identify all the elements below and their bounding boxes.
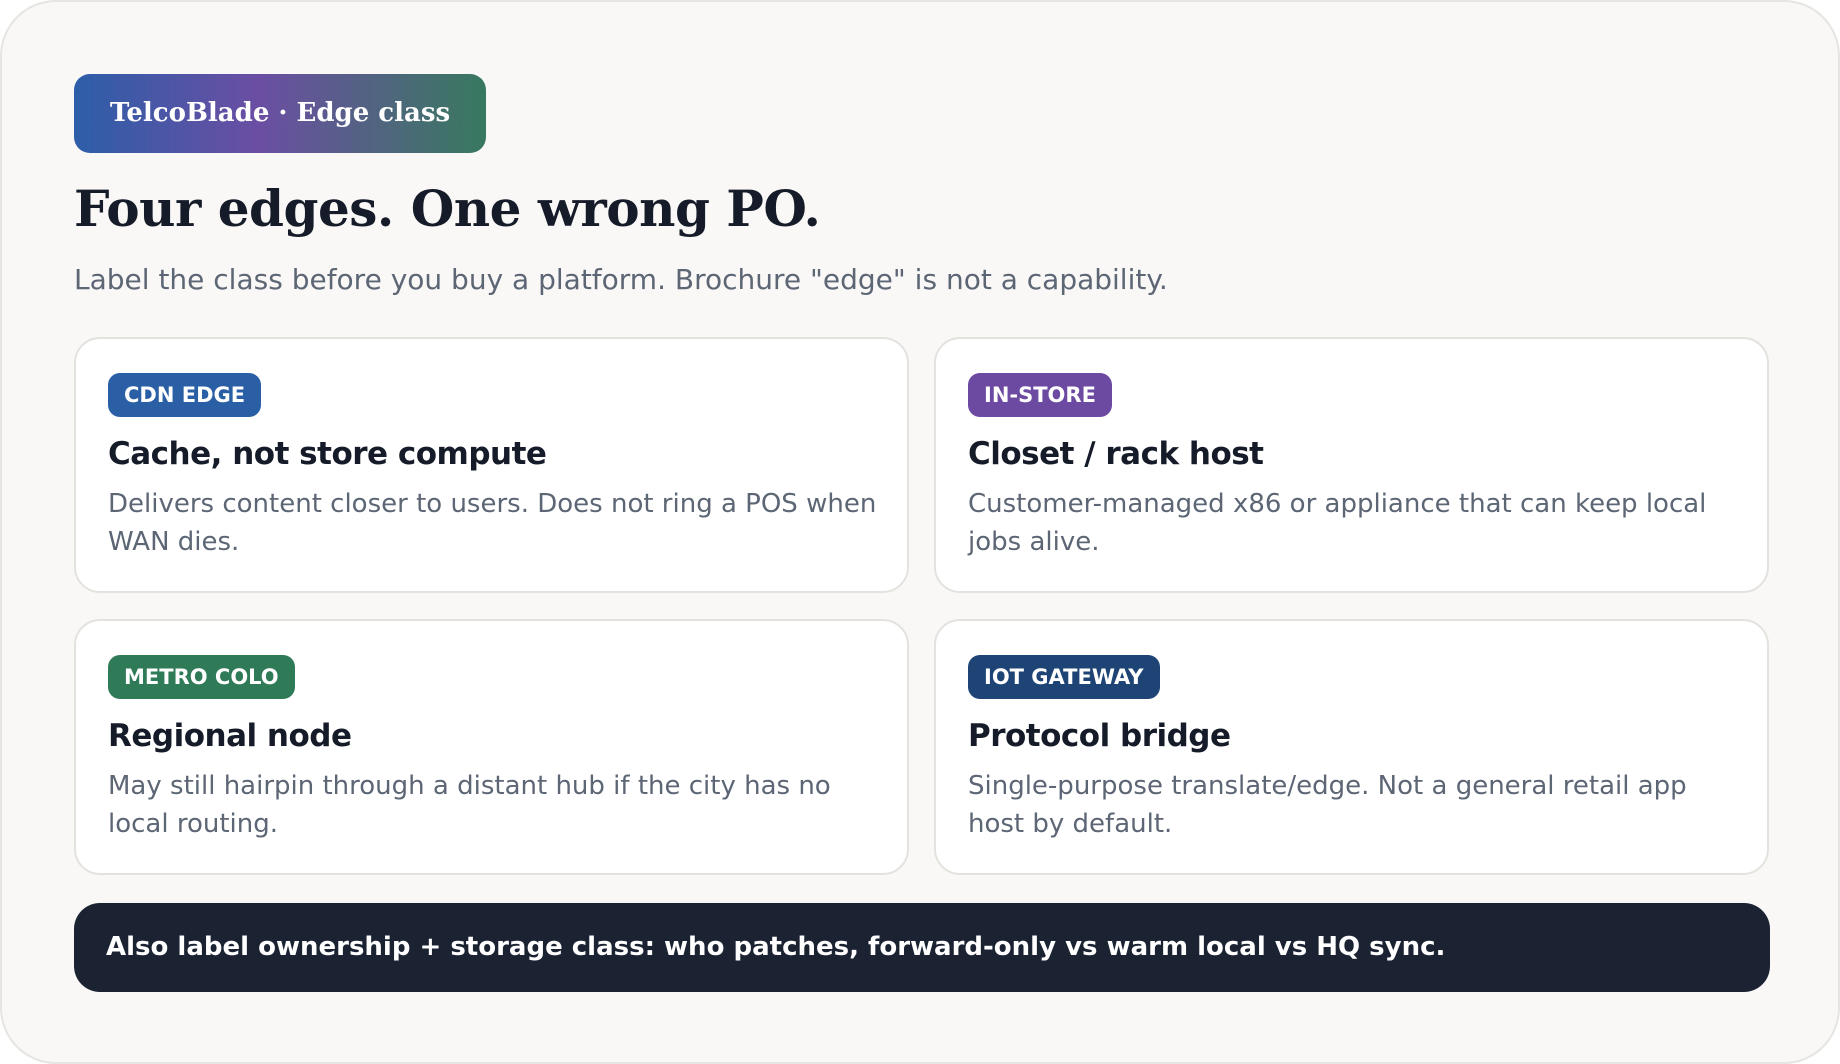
- card-in-store: IN-STORE Closet / rack host Customer-man…: [934, 337, 1769, 593]
- class-tag: IOT GATEWAY: [968, 655, 1160, 699]
- card-cdn-edge: CDN EDGE Cache, not store compute Delive…: [74, 337, 909, 593]
- class-tag: METRO COLO: [108, 655, 295, 699]
- card-description: Customer-managed x86 or appliance that c…: [968, 489, 1707, 557]
- brand-badge: TelcoBlade · Edge class: [74, 74, 487, 153]
- card-description: Delivers content closer to users. Does n…: [108, 489, 877, 557]
- class-tag: IN-STORE: [968, 373, 1112, 417]
- card-title: Protocol bridge: [968, 718, 1231, 754]
- card-title: Cache, not store compute: [108, 436, 547, 472]
- page-title: Four edges. One wrong PO.: [74, 179, 821, 238]
- card-description: Single-purpose translate/edge. Not a gen…: [968, 771, 1687, 839]
- card-title: Regional node: [108, 718, 352, 754]
- card-description: May still hairpin through a distant hub …: [108, 771, 831, 839]
- page-subtitle: Label the class before you buy a platfor…: [74, 263, 1168, 296]
- card-iot-gateway: IOT GATEWAY Protocol bridge Single-purpo…: [934, 619, 1769, 875]
- class-tag: CDN EDGE: [108, 373, 262, 417]
- card-metro-colo: METRO COLO Regional node May still hairp…: [74, 619, 909, 875]
- card-title: Closet / rack host: [968, 436, 1264, 472]
- edge-class-panel: TelcoBlade · Edge class Four edges. One …: [0, 0, 1840, 1064]
- footer-note: Also label ownership + storage class: wh…: [74, 903, 1770, 992]
